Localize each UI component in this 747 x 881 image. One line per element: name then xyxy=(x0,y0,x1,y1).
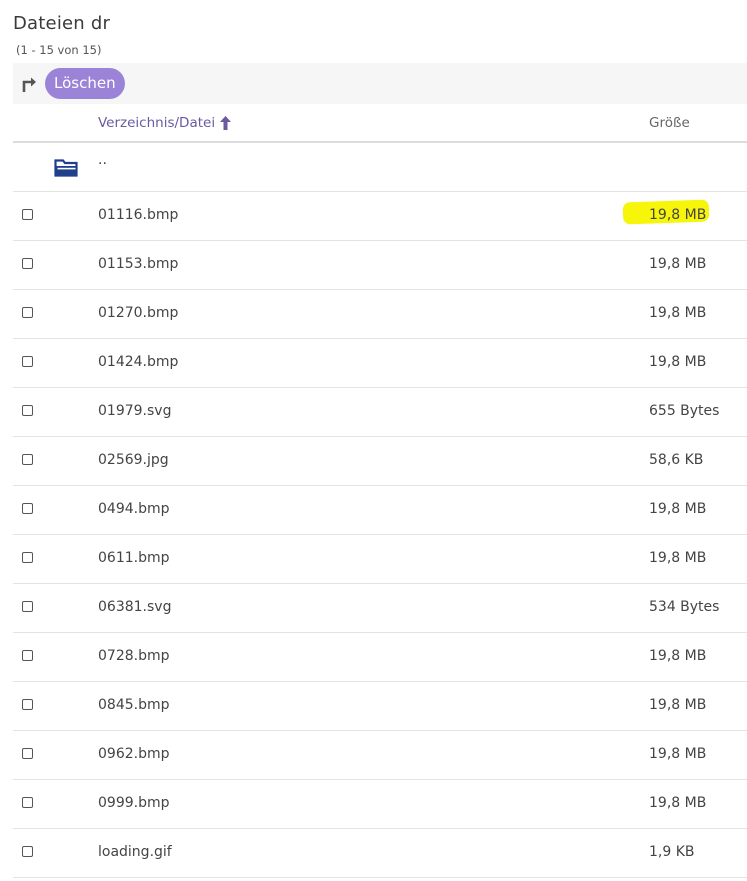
table-header: Verzeichnis/Datei Größe xyxy=(13,104,747,143)
table-row: 01979.svg 655 Bytes xyxy=(13,388,747,437)
folder-open-icon[interactable] xyxy=(54,157,79,177)
toolbar: Löschen xyxy=(13,63,747,104)
file-name: 0494.bmp xyxy=(98,501,170,517)
file-manager-page: Dateien dr (1 - 15 von 15) Löschen Verze… xyxy=(0,0,747,881)
file-name: 01270.bmp xyxy=(98,305,179,321)
table-row: 0611.bmp 19,8 MB xyxy=(13,535,747,584)
file-name: 0962.bmp xyxy=(98,746,170,762)
table-row: 0845.bmp 19,8 MB xyxy=(13,682,747,731)
file-size: 19,8 MB xyxy=(649,746,707,762)
parent-directory-link[interactable]: .. xyxy=(98,152,107,168)
row-select-checkbox[interactable] xyxy=(22,307,33,318)
file-size: 58,6 KB xyxy=(649,452,704,468)
file-name: 0845.bmp xyxy=(98,697,170,713)
row-select-checkbox[interactable] xyxy=(22,405,33,416)
file-size: 19,8 MB xyxy=(649,207,707,223)
row-select-checkbox[interactable] xyxy=(22,601,33,612)
column-header-size: Größe xyxy=(649,115,690,131)
row-select-checkbox[interactable] xyxy=(22,209,33,220)
row-select-checkbox[interactable] xyxy=(22,699,33,710)
column-header-name-label: Verzeichnis/Datei xyxy=(98,115,216,131)
row-select-checkbox[interactable] xyxy=(22,356,33,367)
turn-right-arrow-icon xyxy=(22,77,36,92)
delete-button[interactable]: Löschen xyxy=(45,68,125,99)
table-row: 01270.bmp 19,8 MB xyxy=(13,290,747,339)
file-name: 02569.jpg xyxy=(98,452,169,468)
table-row: 02569.jpg 58,6 KB xyxy=(13,437,747,486)
table-row: 0962.bmp 19,8 MB xyxy=(13,731,747,780)
table-row: 01424.bmp 19,8 MB xyxy=(13,339,747,388)
table-row: 0728.bmp 19,8 MB xyxy=(13,633,747,682)
row-select-checkbox[interactable] xyxy=(22,258,33,269)
table-row: 0494.bmp 19,8 MB xyxy=(13,486,747,535)
table-row: 06381.svg 534 Bytes xyxy=(13,584,747,633)
file-size: 19,8 MB xyxy=(649,256,707,272)
table-row: loading.gif 1,9 KB xyxy=(13,829,747,878)
table-row: 0999.bmp 19,8 MB xyxy=(13,780,747,829)
column-header-name[interactable]: Verzeichnis/Datei xyxy=(98,115,232,131)
file-size: 19,8 MB xyxy=(649,305,707,321)
file-size: 1,9 KB xyxy=(649,844,695,860)
row-select-checkbox[interactable] xyxy=(22,552,33,563)
file-name: 01424.bmp xyxy=(98,354,179,370)
file-name: 01116.bmp xyxy=(98,207,179,223)
file-size: 19,8 MB xyxy=(649,697,707,713)
row-select-checkbox[interactable] xyxy=(22,650,33,661)
file-size: 655 Bytes xyxy=(649,403,720,419)
file-size: 19,8 MB xyxy=(649,550,707,566)
sort-ascending-arrow-icon xyxy=(220,116,232,130)
file-name: 0611.bmp xyxy=(98,550,170,566)
file-size: 19,8 MB xyxy=(649,501,707,517)
file-name: 0728.bmp xyxy=(98,648,170,664)
file-size: 534 Bytes xyxy=(649,599,720,615)
table-row: 01116.bmp 19,8 MB xyxy=(13,192,747,241)
file-size: 19,8 MB xyxy=(649,354,707,370)
file-name: 06381.svg xyxy=(98,599,172,615)
result-range: (1 - 15 von 15) xyxy=(16,43,102,57)
file-name: 01153.bmp xyxy=(98,256,179,272)
row-select-checkbox[interactable] xyxy=(22,846,33,857)
page-title: Dateien dr xyxy=(13,13,111,34)
table-row: 01153.bmp 19,8 MB xyxy=(13,241,747,290)
row-select-checkbox[interactable] xyxy=(22,454,33,465)
file-list: .. 01116.bmp 19,8 MB 01153.bmp 19,8 MB 01270… xyxy=(13,143,747,878)
file-size: 19,8 MB xyxy=(649,648,707,664)
row-select-checkbox[interactable] xyxy=(22,797,33,808)
file-name: 01979.svg xyxy=(98,403,172,419)
row-select-checkbox[interactable] xyxy=(22,503,33,514)
row-select-checkbox[interactable] xyxy=(22,748,33,759)
parent-directory-row: .. xyxy=(13,143,747,192)
file-size: 19,8 MB xyxy=(649,795,707,811)
file-name: 0999.bmp xyxy=(98,795,170,811)
file-name: loading.gif xyxy=(98,844,172,860)
